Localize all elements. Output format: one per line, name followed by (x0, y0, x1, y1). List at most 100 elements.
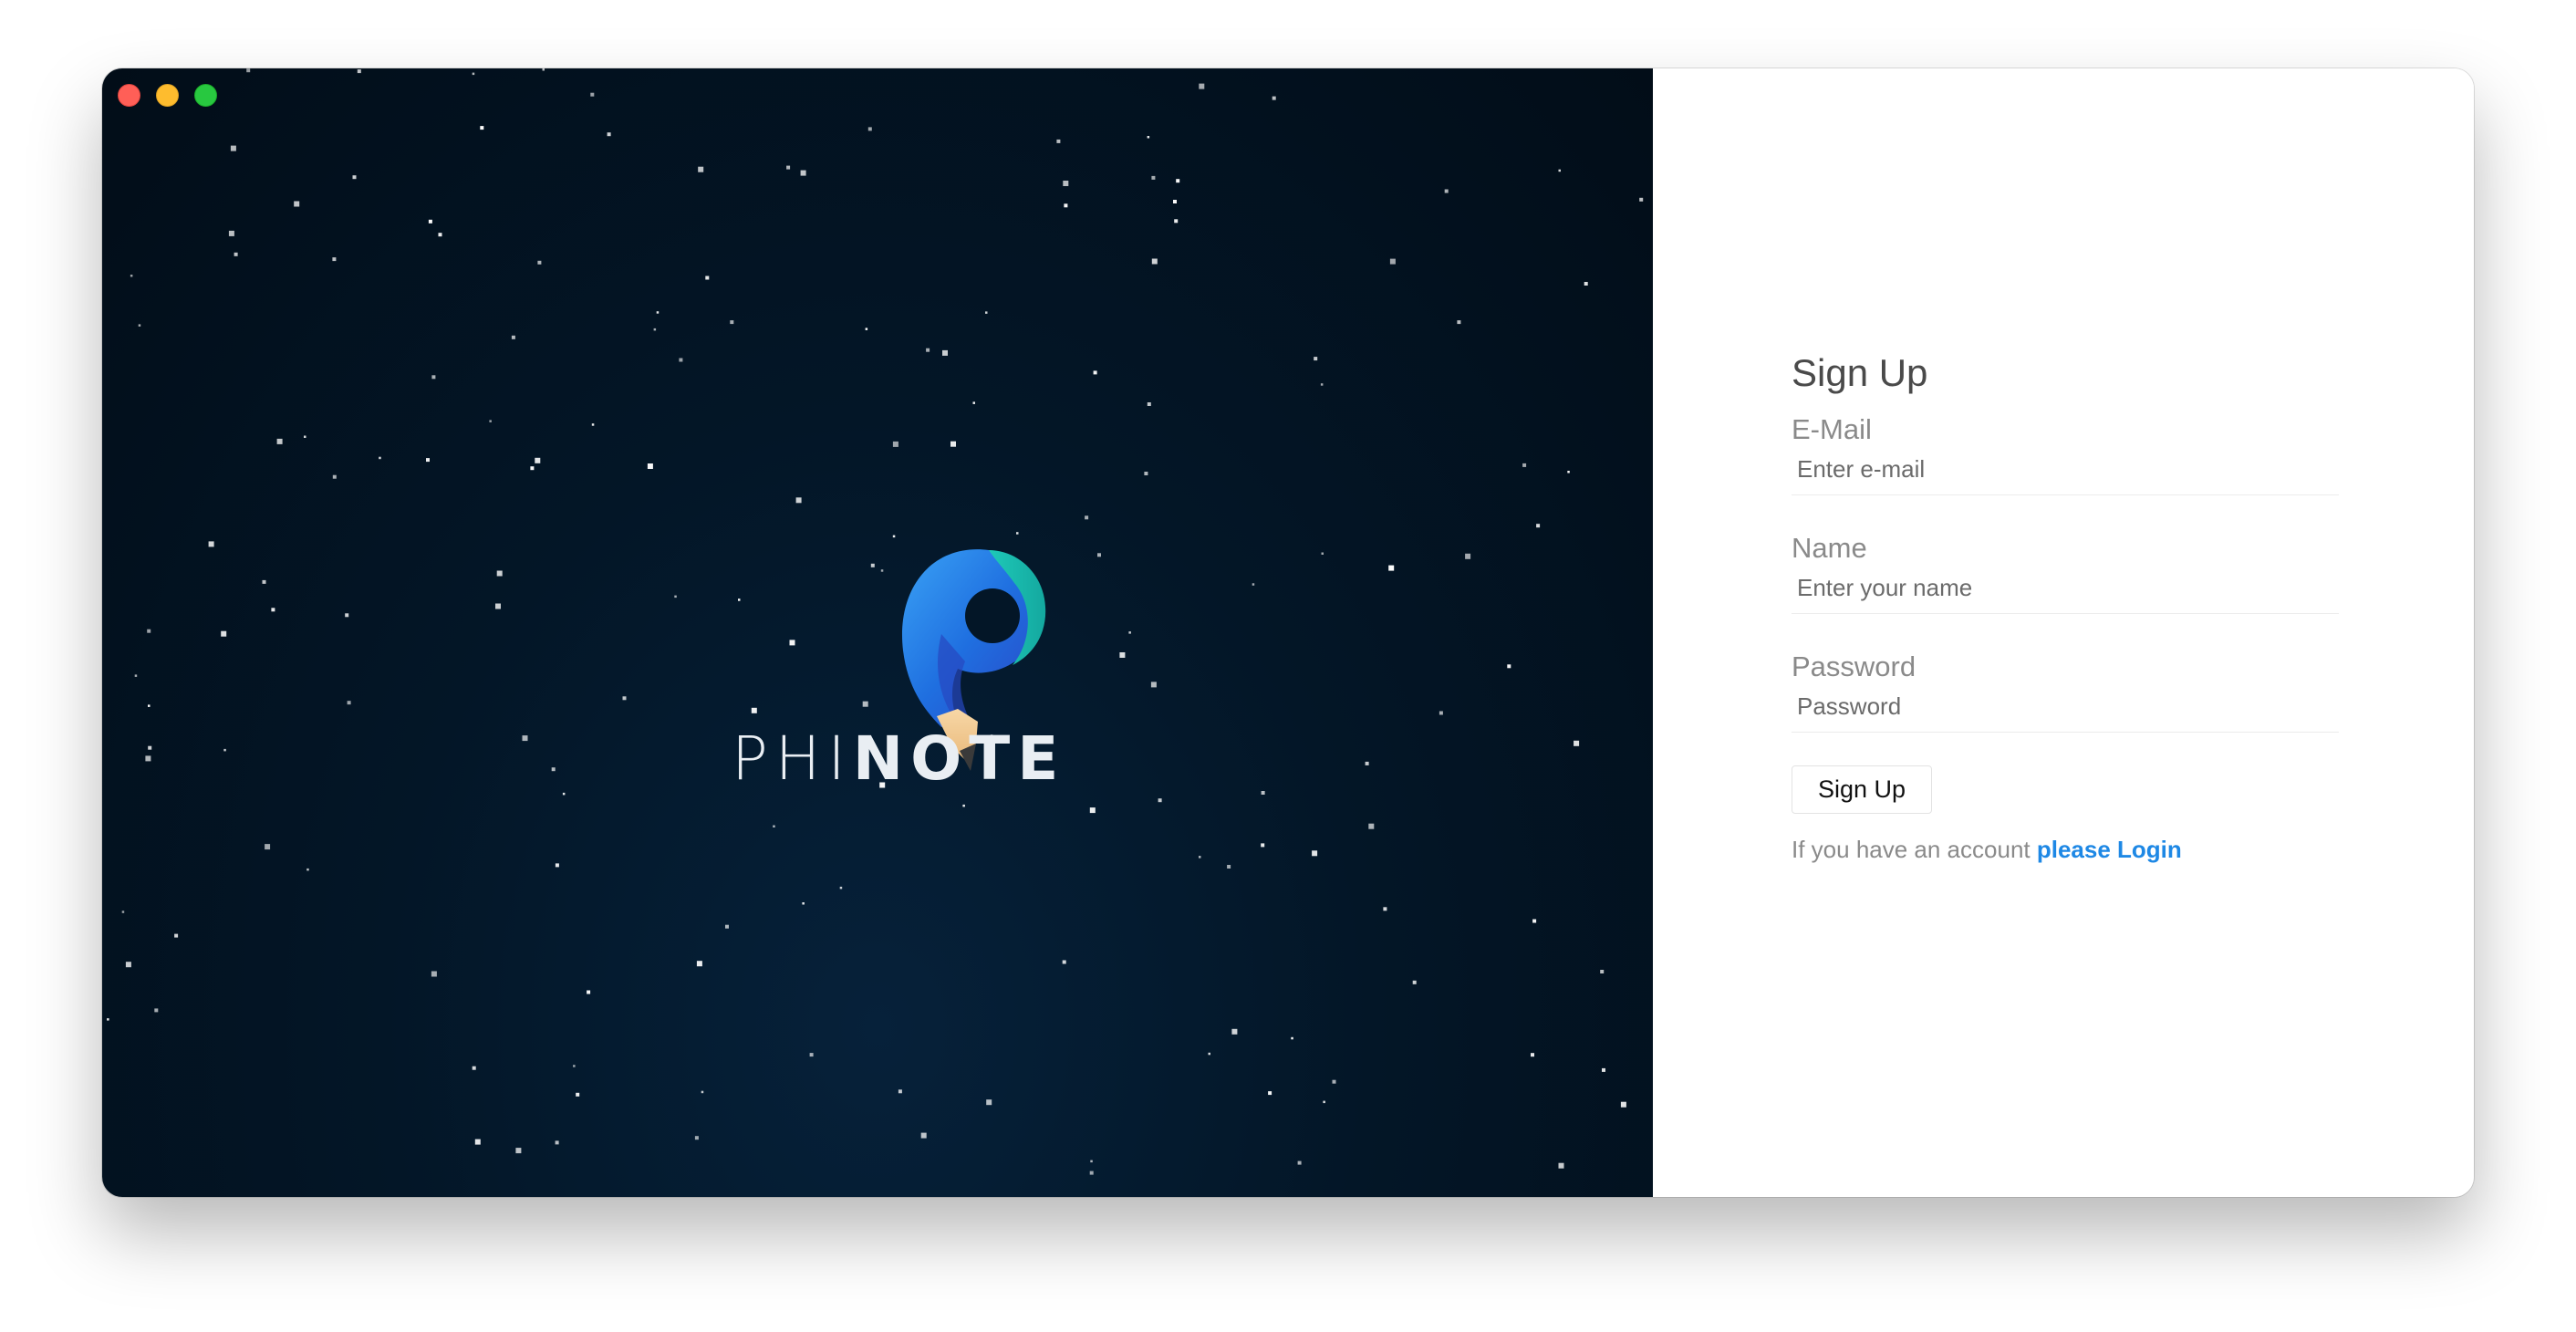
star (1128, 631, 1131, 634)
star (1567, 471, 1570, 473)
star (694, 1136, 699, 1140)
star (154, 1008, 159, 1013)
star (1365, 761, 1369, 765)
star (1314, 357, 1318, 361)
star (276, 438, 283, 444)
star (1199, 856, 1201, 859)
star (1090, 1160, 1093, 1163)
login-link[interactable]: please Login (2037, 836, 2182, 863)
brand-wordmark-bold: NOTE (852, 723, 1066, 794)
star (1389, 258, 1396, 265)
star (942, 349, 948, 356)
star (1457, 320, 1461, 325)
form-title: Sign Up (1792, 351, 1928, 394)
star (511, 335, 515, 339)
star (230, 145, 236, 151)
star (1089, 807, 1096, 814)
star (1062, 960, 1066, 964)
star (1321, 552, 1324, 555)
star (345, 613, 349, 618)
star (839, 886, 843, 890)
star (653, 328, 657, 331)
star (656, 311, 660, 314)
star (515, 1148, 522, 1154)
star (1412, 980, 1417, 984)
star (607, 132, 611, 137)
login-prompt: If you have an account please Login (1792, 836, 2339, 864)
star (865, 328, 868, 330)
star (438, 233, 442, 237)
star (125, 962, 131, 968)
star (1227, 865, 1231, 869)
star (725, 924, 729, 929)
star (1323, 1100, 1325, 1104)
star (1507, 664, 1511, 669)
star (1173, 200, 1177, 203)
star (1231, 1028, 1238, 1035)
star (535, 457, 541, 463)
star (679, 358, 683, 362)
signup-panel: Sign Up E-Mail Name Password Sign Up If … (1653, 68, 2474, 1197)
star (522, 735, 528, 742)
star (1268, 1091, 1272, 1096)
star (1444, 189, 1449, 193)
signup-form: Sign Up E-Mail Name Password Sign Up If … (1792, 351, 2339, 864)
star (1297, 1160, 1302, 1165)
hero-panel: PHINOTE (102, 68, 1653, 1197)
star (208, 541, 214, 547)
star (332, 474, 337, 479)
star (148, 745, 152, 750)
name-field[interactable] (1792, 574, 2339, 614)
star (1147, 136, 1150, 139)
star (800, 170, 806, 176)
star (357, 69, 361, 74)
star (537, 260, 542, 265)
close-window-button[interactable] (118, 84, 140, 107)
star (773, 825, 775, 827)
star (271, 608, 275, 612)
star (121, 911, 125, 913)
star (1368, 823, 1375, 829)
email-label: E-Mail (1792, 413, 1872, 445)
star (1332, 1079, 1336, 1084)
star (1158, 798, 1162, 803)
star (986, 1099, 992, 1106)
star (802, 902, 805, 905)
star (496, 570, 503, 577)
star (147, 629, 151, 633)
star (1388, 565, 1395, 571)
star (1291, 1036, 1293, 1040)
minimize-window-button[interactable] (156, 84, 179, 107)
star (234, 252, 238, 256)
star (985, 311, 988, 314)
star (730, 320, 734, 325)
star (622, 696, 627, 701)
star (1147, 402, 1151, 406)
star (431, 971, 437, 977)
password-field[interactable] (1792, 692, 2339, 733)
star (1150, 682, 1157, 688)
maximize-window-button[interactable] (194, 84, 217, 107)
email-field[interactable] (1792, 455, 2339, 495)
window-controls (118, 84, 217, 107)
star (174, 933, 179, 938)
star (1208, 1052, 1210, 1056)
star (701, 1090, 704, 1094)
star (379, 456, 381, 460)
star (1261, 843, 1265, 848)
star (1584, 282, 1588, 286)
star (738, 598, 741, 601)
star (972, 401, 975, 404)
star (530, 466, 535, 471)
star (867, 127, 872, 131)
star (428, 219, 432, 224)
star (562, 792, 566, 796)
star (130, 275, 133, 277)
star (1144, 472, 1148, 475)
star (246, 68, 251, 73)
star (576, 1092, 580, 1097)
star (696, 961, 702, 967)
star (1064, 203, 1068, 208)
star (138, 324, 141, 327)
sign-up-button[interactable]: Sign Up (1792, 765, 1933, 814)
